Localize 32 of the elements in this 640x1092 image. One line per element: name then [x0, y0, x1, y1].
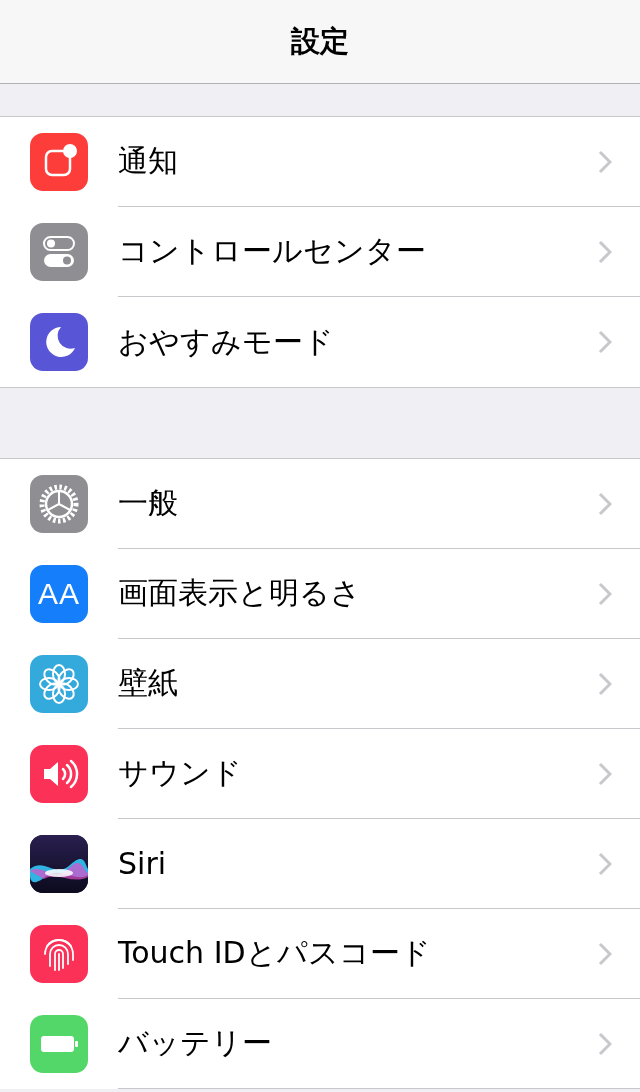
chevron-icon [598, 671, 612, 696]
row-label: サウンド [118, 754, 242, 792]
row-label: コントロールセンター [118, 232, 426, 270]
settings-row[interactable]: Siri [0, 819, 640, 909]
settings-row[interactable]: 通知 [0, 117, 640, 207]
row-label: 通知 [118, 142, 178, 180]
row-label: 画面表示と明るさ [118, 574, 361, 612]
row-label: 一般 [118, 484, 178, 522]
row-label: おやすみモード [118, 322, 334, 361]
chevron-icon [598, 239, 612, 264]
settings-row[interactable]: 一般 [0, 459, 640, 549]
screen-title: 設定 [291, 22, 349, 60]
row-label: Siri [118, 846, 167, 881]
settings-row[interactable]: コントロールセンター [0, 207, 640, 297]
chevron-icon [598, 761, 612, 786]
row-label: バッテリー [118, 1024, 272, 1062]
chevron-icon [598, 1031, 612, 1056]
settings-row[interactable]: 壁紙 [0, 639, 640, 729]
settings-row[interactable]: AA 画面表示と明るさ [0, 549, 640, 639]
chevron-icon [598, 149, 612, 174]
chevron-icon [598, 491, 612, 516]
chevron-icon [598, 330, 612, 354]
settings-row[interactable]: サウンド [0, 729, 640, 819]
chevron-icon [598, 941, 612, 966]
settings-row[interactable]: Touch IDとパスコード [0, 909, 640, 999]
icon-letters: AA [38, 577, 80, 611]
settings-row[interactable]: バッテリー [0, 999, 640, 1089]
row-label: Touch IDとパスコード [118, 934, 431, 972]
row-label: 壁紙 [118, 664, 178, 702]
settings-row[interactable]: おやすみモード [0, 297, 640, 387]
chevron-icon [598, 581, 612, 606]
chevron-icon [598, 851, 612, 876]
